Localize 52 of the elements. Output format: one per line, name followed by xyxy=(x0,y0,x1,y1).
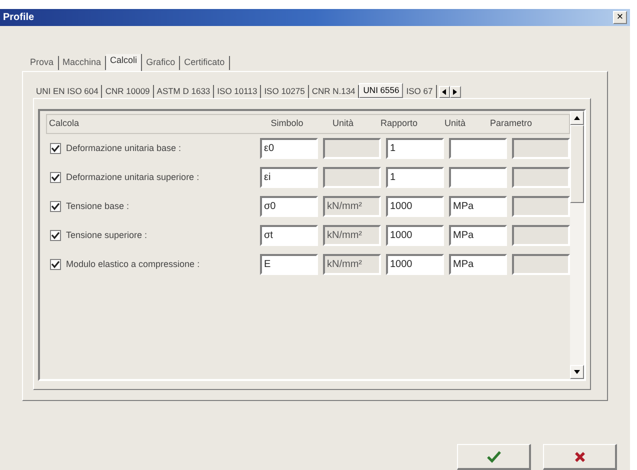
tab[interactable]: Prova xyxy=(26,56,59,70)
column-header: Unità xyxy=(331,117,354,130)
input-field[interactable]: 1 xyxy=(386,166,444,188)
row-label: Tensione superiore : xyxy=(65,228,148,242)
checkbox[interactable] xyxy=(50,200,61,212)
column-header: Parametro xyxy=(488,117,534,130)
right-arrow-icon xyxy=(453,88,458,95)
input-field[interactable]: MPa xyxy=(449,196,507,217)
scroll-left-button[interactable] xyxy=(438,86,450,98)
input-field[interactable]: 1 xyxy=(386,138,444,159)
window-title: Profile xyxy=(3,10,34,25)
checkbox[interactable] xyxy=(50,230,61,241)
vertical-scrollbar[interactable] xyxy=(570,110,584,379)
input-field[interactable]: ε0 xyxy=(260,138,318,159)
scroll-down-button[interactable] xyxy=(570,364,584,379)
input-field[interactable]: εi xyxy=(260,166,318,188)
cancel-button[interactable] xyxy=(543,444,617,470)
column-header: Calcola xyxy=(48,117,80,130)
column-header: Simbolo xyxy=(270,117,304,130)
input-field[interactable]: 1000 xyxy=(386,224,444,246)
close-button[interactable]: × xyxy=(613,10,627,24)
up-arrow-icon xyxy=(574,116,580,120)
scroll-up-button[interactable] xyxy=(570,110,584,125)
tab[interactable]: Grafico xyxy=(142,56,180,70)
row-label: Deformazione unitaria superiore : xyxy=(65,170,200,184)
column-header: Rapporto xyxy=(379,117,419,130)
down-arrow-icon xyxy=(574,370,580,374)
scroll-thumb[interactable] xyxy=(570,124,584,203)
row-label: Tensione base : xyxy=(65,200,130,213)
tab[interactable]: Calcoli xyxy=(106,54,142,71)
input-field[interactable]: 1000 xyxy=(386,254,444,275)
cross-icon xyxy=(574,450,586,462)
input-field[interactable] xyxy=(449,138,507,159)
row-label: Modulo elastico a compressione : xyxy=(65,258,201,271)
input-field[interactable] xyxy=(449,166,507,188)
ok-button[interactable] xyxy=(457,444,531,470)
checkbox[interactable] xyxy=(50,142,61,154)
scroll-right-button[interactable] xyxy=(450,86,461,98)
row-label: Deformazione unitaria base : xyxy=(65,142,182,155)
input-field[interactable]: E xyxy=(260,254,318,275)
input-field[interactable]: MPa xyxy=(449,254,507,275)
tab[interactable]: Certificato xyxy=(180,56,230,70)
input-field[interactable]: MPa xyxy=(449,224,507,246)
input-field[interactable]: 1000 xyxy=(386,196,444,217)
input-field[interactable]: σt xyxy=(260,224,318,246)
checkmark-icon xyxy=(486,450,500,462)
input-field[interactable]: σ0 xyxy=(260,196,318,217)
column-header: Unità xyxy=(443,117,466,130)
left-arrow-icon xyxy=(442,88,446,95)
tab[interactable]: UNI 6556 xyxy=(359,83,404,98)
checkbox[interactable] xyxy=(50,258,61,270)
checkbox[interactable] xyxy=(50,172,61,183)
